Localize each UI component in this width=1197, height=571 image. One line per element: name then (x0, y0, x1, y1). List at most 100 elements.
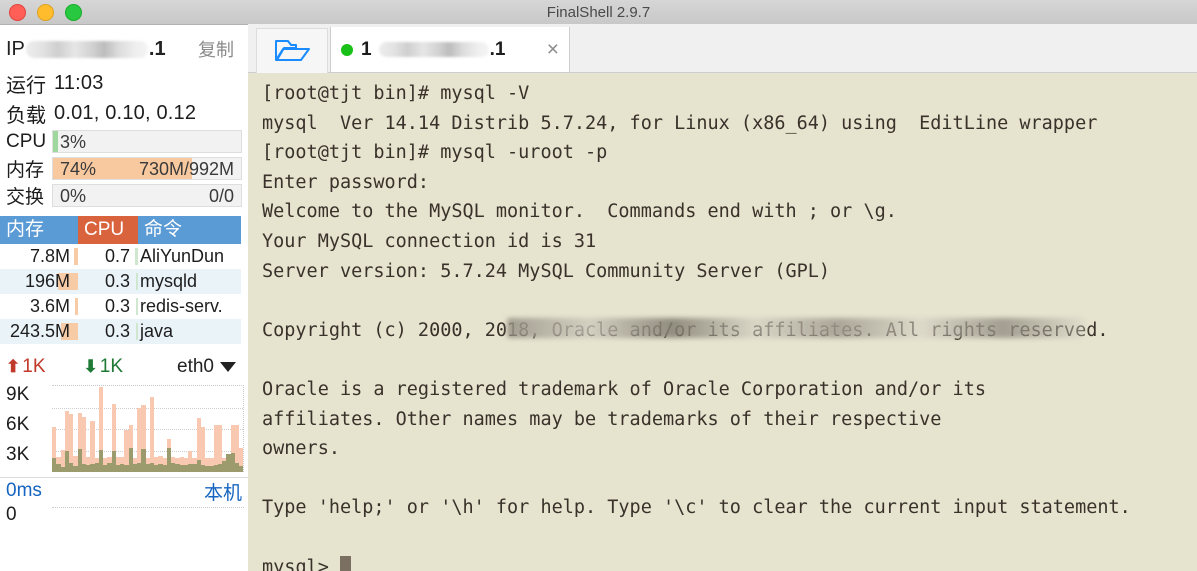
tab-title-suffix: .1 (489, 38, 506, 60)
chevron-down-icon (220, 362, 236, 372)
arrow-up-icon: ⬆ (6, 357, 21, 376)
terminal-output[interactable]: [root@tjt bin]# mysql -V mysql Ver 14.14 … (248, 73, 1197, 571)
meter-label-cpu: CPU (6, 130, 47, 152)
terminal-line: Oracle is a registered trademark of Orac… (262, 378, 986, 400)
interface-selector[interactable]: eth0 (177, 356, 242, 378)
tab-bar: 1 .1 × (248, 24, 1197, 73)
meter-label-swap: 交换 (6, 187, 45, 208)
ping-chart: 0 (0, 504, 248, 525)
terminal-line: owners. (262, 438, 340, 460)
redaction-overlay (506, 317, 1086, 338)
window-title: FinalShell 2.9.7 (546, 4, 651, 21)
ping-ytick: 0 (6, 504, 17, 525)
load-value: 0.01, 0.10, 0.12 (54, 101, 197, 124)
terminal-tab[interactable]: 1 .1 × (330, 27, 570, 72)
terminal-line: affiliates. Other names may be trademark… (262, 408, 942, 430)
cell-command: mysqld (140, 271, 198, 291)
cell-cpu: 0.3 (78, 296, 138, 317)
terminal-line: mysql Ver 14.14 Distrib 5.7.24, for Linu… (262, 112, 1098, 134)
download-rate: ⬇ 1K (84, 356, 124, 378)
meter-row-cpu: CPU 3% (0, 128, 248, 155)
network-chart: 9K 6K 3K (0, 383, 248, 473)
terminal-cursor (339, 555, 351, 571)
meter-detail-swap: 0/0 (208, 186, 234, 206)
table-row[interactable]: 243.5M 0.3 java (0, 319, 241, 344)
terminal-line: Enter password: (262, 171, 430, 193)
copy-ip-button[interactable]: 复制 (198, 36, 242, 62)
column-header-cpu[interactable]: CPU (78, 216, 138, 244)
download-rate-value: 1K (99, 356, 123, 377)
terminal-line: Copyright (c) 2000, 2018, Oracle and/or … (262, 316, 1197, 346)
ytick-9k: 9K (6, 384, 30, 405)
ip-label: IP (6, 37, 25, 60)
meter-bar-cpu: 3% (52, 130, 242, 153)
meter-detail-memory: 730M/992M (138, 159, 234, 179)
meter-bar-memory: 74% 730M/992M (52, 157, 242, 180)
cell-memory: 7.8M (0, 246, 78, 267)
meter-percent-memory: 74% (60, 159, 97, 179)
arrow-down-icon: ⬇ (83, 357, 98, 376)
cell-command: redis-serv. (140, 296, 223, 316)
uptime-value: 11:03 (54, 71, 104, 94)
ping-value: 0ms (6, 480, 42, 501)
meter-percent-swap: 0% (60, 186, 87, 206)
column-header-command[interactable]: 命令 (138, 216, 241, 244)
cell-cpu: 0.7 (78, 246, 138, 267)
network-bar (239, 386, 244, 472)
zoom-button[interactable] (65, 4, 82, 21)
tab-index: 1 (361, 38, 372, 60)
meter-bar-swap: 0% 0/0 (52, 184, 242, 207)
meter-row-memory: 内存 74% 730M/992M (0, 155, 248, 182)
cell-memory: 3.6M (0, 296, 78, 317)
close-button[interactable] (9, 4, 26, 21)
folder-open-icon[interactable] (256, 28, 328, 73)
interface-label: eth0 (177, 356, 214, 377)
connection-status-dot (341, 43, 353, 56)
cell-memory: 196M (0, 271, 78, 292)
uptime-row: 运行 11:03 (0, 68, 248, 98)
uptime-label: 运行 (6, 74, 46, 97)
server-monitor-sidebar: IP .1 复制 运行 11:03 负载 0.01, 0.10, 0.12 CP… (0, 25, 248, 571)
table-row[interactable]: 3.6M 0.3 redis-serv. (0, 294, 241, 319)
meter-row-swap: 交换 0% 0/0 (0, 182, 248, 209)
network-header: ⬆ 1K ⬇ 1K eth0 (0, 353, 248, 381)
network-chart-yaxis: 9K 6K 3K (0, 383, 52, 473)
ytick-6k: 6K (6, 414, 30, 435)
main-panel: 1 .1 × [root@tjt bin]# mysql -V mysql Ver… (248, 24, 1197, 571)
minimize-button[interactable] (37, 4, 54, 21)
cell-cpu: 0.3 (78, 321, 138, 342)
upload-rate: ⬆ 1K (6, 356, 46, 378)
terminal-line: mysql> (262, 553, 1197, 571)
ping-header: 0ms 本机 (0, 478, 248, 504)
cell-cpu: 0.3 (78, 271, 138, 292)
terminal-line: Welcome to the MySQL monitor. Commands e… (262, 201, 897, 223)
process-table-header: 内存 CPU 命令 (0, 216, 241, 244)
terminal-line: Type 'help;' or '\h' for help. Type '\c'… (262, 497, 1131, 519)
cell-memory: 243.5M (0, 321, 78, 342)
terminal-line: Server version: 5.7.24 MySQL Community S… (262, 260, 831, 282)
meter-label-memory: 内存 (6, 160, 45, 181)
cell-command: AliYunDun (140, 246, 225, 266)
ytick-3k: 3K (6, 444, 30, 465)
process-table: 内存 CPU 命令 7.8M 0.7 AliYunDun 196M 0.3 mysqld 3… (0, 216, 241, 344)
tab-title-redacted-box (378, 42, 489, 57)
ping-host[interactable]: 本机 (204, 478, 242, 505)
ip-value-suffix: .1 (148, 37, 166, 60)
table-row[interactable]: 196M 0.3 mysqld (0, 269, 241, 294)
table-row[interactable]: 7.8M 0.7 AliYunDun (0, 244, 241, 269)
cell-command: java (140, 321, 174, 341)
window-titlebar: FinalShell 2.9.7 (0, 0, 1197, 25)
terminal-line: [root@tjt bin]# mysql -V (262, 83, 530, 104)
load-label: 负载 (6, 104, 46, 127)
ping-chart-plot (52, 507, 244, 521)
network-bars (52, 386, 244, 472)
column-header-memory[interactable]: 内存 (0, 216, 78, 244)
load-row: 负载 0.01, 0.10, 0.12 (0, 98, 248, 128)
upload-rate-value: 1K (22, 356, 46, 377)
ip-redacted-box (25, 40, 148, 58)
close-tab-icon[interactable]: × (547, 39, 559, 60)
network-chart-plot (52, 385, 244, 472)
